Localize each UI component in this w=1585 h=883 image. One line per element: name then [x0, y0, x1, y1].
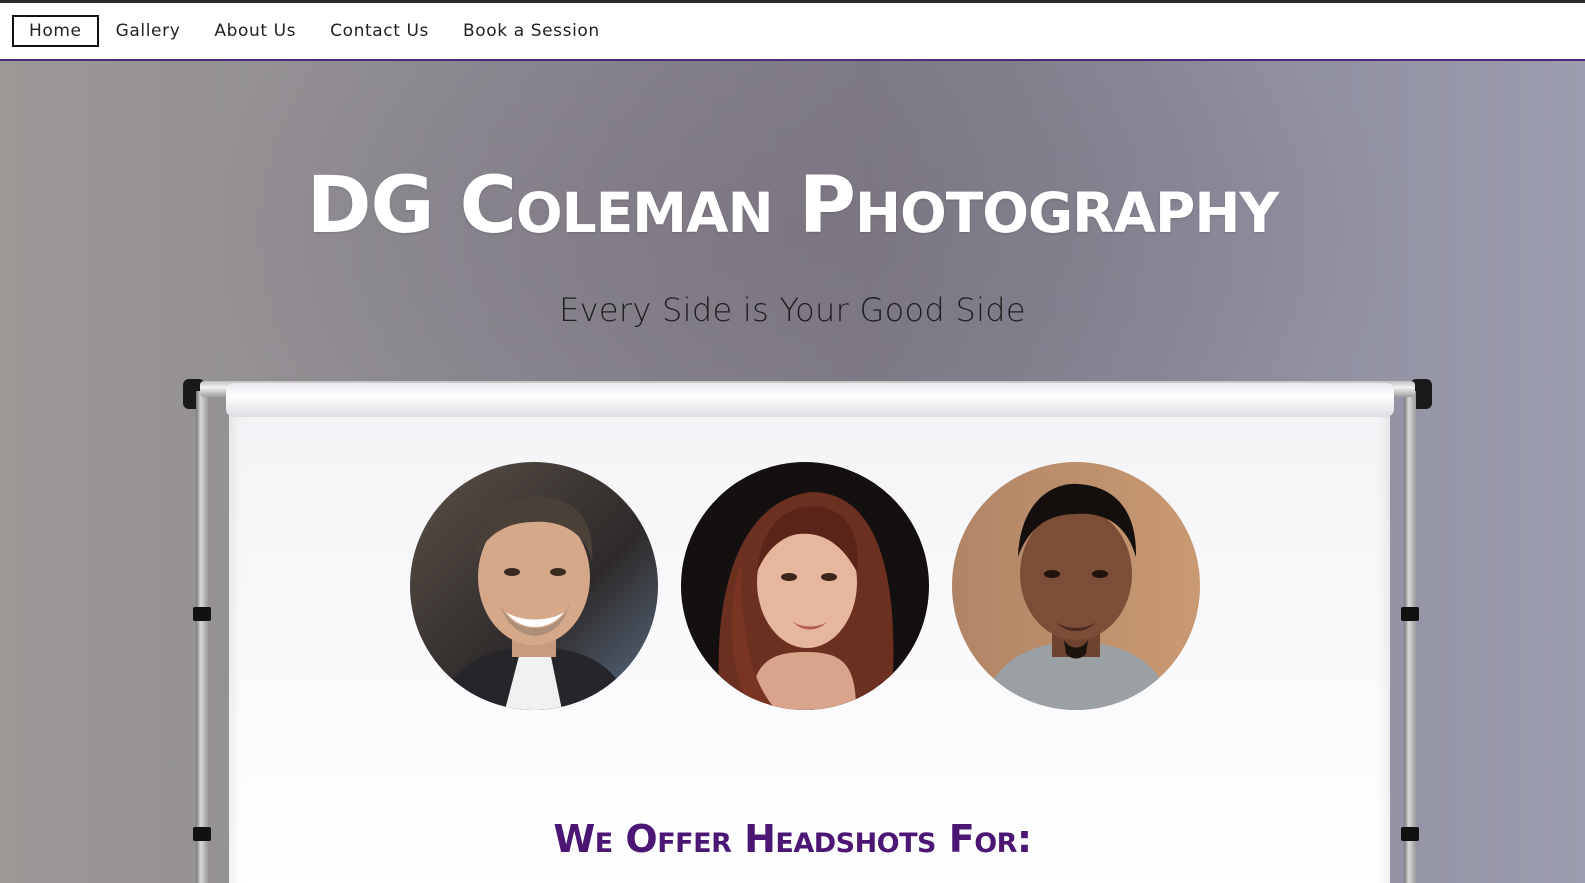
headshot-gallery: [410, 462, 1200, 712]
nav-book-session-link[interactable]: Book a Session: [446, 15, 617, 47]
nav-gallery-link[interactable]: Gallery: [99, 15, 198, 47]
headshot-man-smiling-photo[interactable]: [410, 462, 658, 710]
headshot-man-beard-icon: [952, 462, 1200, 710]
site-tagline: Every Side is Your Good Side: [559, 291, 1026, 329]
hero-section: DG Coleman Photography Every Side is You…: [0, 61, 1585, 883]
nav-contact-us-link[interactable]: Contact Us: [313, 15, 446, 47]
backdrop-roll: [226, 383, 1394, 417]
site-title: DG Coleman Photography: [306, 161, 1279, 251]
nav-home-link[interactable]: Home: [12, 15, 99, 47]
nav-about-us-link[interactable]: About Us: [197, 15, 313, 47]
headshot-man-beard-photo[interactable]: [952, 462, 1200, 710]
stand-clamp: [193, 607, 211, 621]
headshot-man-smiling-icon: [410, 462, 658, 710]
headshot-woman-icon: [681, 462, 929, 710]
stand-clamp: [1401, 607, 1419, 621]
headshot-woman-auburn-hair-photo[interactable]: [681, 462, 929, 710]
main-navigation: Home Gallery About Us Contact Us Book a …: [0, 3, 1585, 61]
offer-heading: We Offer Headshots For:: [553, 817, 1032, 861]
backdrop-stand-pole-left: [196, 391, 208, 883]
backdrop-stand-pole-right: [1404, 391, 1416, 883]
